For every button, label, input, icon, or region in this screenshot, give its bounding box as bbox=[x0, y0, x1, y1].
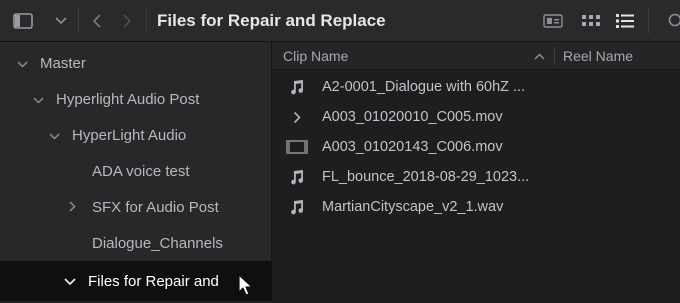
toolbar: Files for Repair and Replace bbox=[0, 0, 680, 42]
tree-item-master[interactable]: Master bbox=[0, 45, 285, 81]
column-header-reel-name[interactable]: Reel Name bbox=[563, 42, 633, 70]
clip-list-panel: Clip Name Reel Name A2-0001_Dialogue wit… bbox=[272, 42, 680, 302]
tree-item-label: Hyperlight Audio Post bbox=[56, 91, 199, 108]
tree-item-label: ADA voice test bbox=[92, 163, 190, 180]
sort-ascending-icon[interactable] bbox=[534, 42, 545, 70]
mouse-pointer-icon bbox=[238, 274, 254, 303]
tree-item-label: Master bbox=[40, 55, 86, 72]
clip-row[interactable]: A003_01020010_C005.mov bbox=[272, 102, 680, 132]
chevron-down-icon[interactable] bbox=[14, 56, 30, 71]
clip-row[interactable]: MartianCityscape_v2_1.wav bbox=[272, 192, 680, 222]
bin-tree-sidebar: Master Hyperlight Audio Post HyperLight … bbox=[0, 42, 272, 302]
chevron-right-icon[interactable] bbox=[272, 111, 322, 124]
list-view-icon[interactable] bbox=[612, 0, 638, 42]
chevron-left-icon[interactable] bbox=[88, 0, 106, 42]
audio-note-icon bbox=[272, 199, 322, 215]
tree-item-hyperlight-audio[interactable]: HyperLight Audio bbox=[0, 117, 317, 153]
filmstrip-view-icon[interactable] bbox=[540, 0, 566, 42]
bin-title: Files for Repair and Replace bbox=[157, 0, 386, 42]
column-header-row: Clip Name Reel Name bbox=[272, 42, 680, 70]
chevron-right-icon[interactable] bbox=[118, 0, 136, 42]
audio-note-icon bbox=[272, 79, 322, 95]
film-clip-icon bbox=[272, 140, 322, 154]
chevron-down-icon[interactable] bbox=[62, 274, 78, 289]
clip-name: A2-0001_Dialogue with 60hZ ... bbox=[322, 79, 525, 95]
clip-row[interactable]: A2-0001_Dialogue with 60hZ ... bbox=[272, 72, 680, 102]
clip-name: MartianCityscape_v2_1.wav bbox=[322, 199, 503, 215]
column-divider[interactable] bbox=[554, 47, 555, 65]
tree-item-label: SFX for Audio Post bbox=[92, 199, 219, 216]
clip-name: A003_01020143_C006.mov bbox=[322, 139, 503, 155]
chevron-down-icon[interactable] bbox=[46, 128, 62, 143]
tree-item-label: Files for Repair and bbox=[88, 273, 219, 290]
toolbar-divider bbox=[648, 8, 649, 34]
clip-row[interactable]: FL_bounce_2018-08-29_1023... bbox=[272, 162, 680, 192]
search-icon[interactable] bbox=[664, 0, 680, 42]
tree-item-label: HyperLight Audio bbox=[72, 127, 186, 144]
audio-note-icon bbox=[272, 169, 322, 185]
chevron-down-icon[interactable] bbox=[30, 92, 46, 107]
sidebar-panel-icon[interactable] bbox=[12, 0, 34, 42]
toolbar-divider bbox=[146, 8, 147, 34]
chevron-down-icon[interactable] bbox=[52, 0, 70, 42]
clip-name: FL_bounce_2018-08-29_1023... bbox=[322, 169, 529, 185]
toolbar-divider bbox=[78, 8, 79, 34]
clip-row[interactable]: A003_01020143_C006.mov bbox=[272, 132, 680, 162]
tree-item-label: Dialogue_Channels bbox=[92, 235, 223, 252]
clip-name: A003_01020010_C005.mov bbox=[322, 109, 503, 125]
chevron-right-icon[interactable] bbox=[64, 200, 80, 215]
column-header-clip-name[interactable]: Clip Name bbox=[283, 42, 348, 70]
grid-view-icon[interactable] bbox=[578, 0, 604, 42]
tree-item-hyperlight-audio-post[interactable]: Hyperlight Audio Post bbox=[0, 81, 301, 117]
